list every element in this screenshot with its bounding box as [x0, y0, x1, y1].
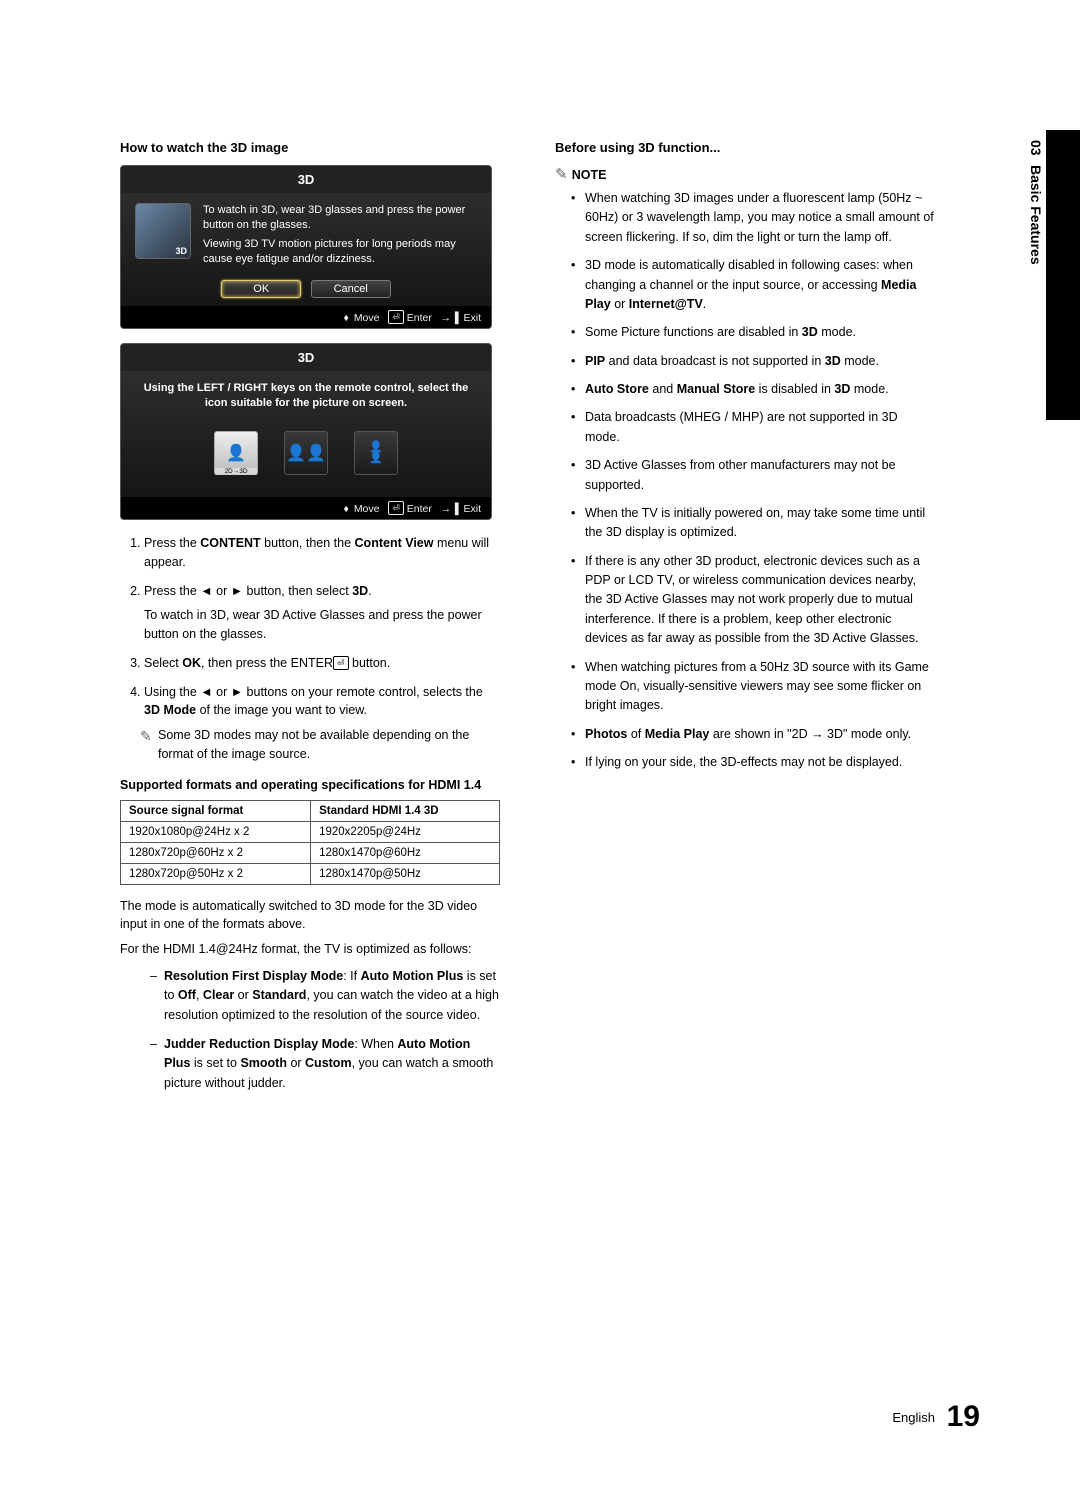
step-4-note: Some 3D modes may not be available depen… [144, 726, 500, 764]
dialog-3d-confirm: 3D To watch in 3D, wear 3D glasses and p… [120, 165, 492, 329]
note-item: 3D Active Glasses from other manufacture… [571, 456, 935, 495]
dialog1-title: 3D [121, 166, 491, 193]
footer-enter2: Enter [407, 503, 432, 515]
dialog2-title: 3D [121, 344, 491, 371]
note-item: Data broadcasts (MHEG / MHP) are not sup… [571, 408, 935, 447]
step-1: Press the CONTENT button, then the Conte… [144, 534, 500, 572]
dialog1-line1: To watch in 3D, wear 3D glasses and pres… [203, 203, 477, 233]
after-table-1: The mode is automatically switched to 3D… [120, 897, 500, 935]
chapter-label: Basic Features [1028, 165, 1044, 265]
note-item: When watching 3D images under a fluoresc… [571, 189, 935, 247]
mode-top-bottom-icon[interactable]: 👤👤 [354, 431, 398, 475]
right-column: Before using 3D function... NOTE When wa… [555, 140, 935, 1103]
page-number: English 19 [892, 1400, 980, 1434]
footer-move: Move [354, 312, 380, 324]
dialog2-footer: ♦ Move ⏎ Enter →▐ Exit [121, 497, 491, 519]
note-item: 3D mode is automatically disabled in fol… [571, 256, 935, 314]
mode-judder-reduction: Judder Reduction Display Mode: When Auto… [150, 1035, 500, 1093]
ok-button[interactable]: OK [221, 280, 301, 298]
table-row: 1280x720p@60Hz x 21280x1470p@60Hz [121, 842, 500, 863]
dialog-3d-mode-select: 3D Using the LEFT / RIGHT keys on the re… [120, 343, 492, 520]
dialog1-footer: ♦ Move ⏎ Enter →▐ Exit [121, 306, 491, 328]
note-item: If lying on your side, the 3D-effects ma… [571, 753, 935, 772]
note-item: Some Picture functions are disabled in 3… [571, 323, 935, 342]
after-table-2: For the HDMI 1.4@24Hz format, the TV is … [120, 940, 500, 959]
table-h1: Source signal format [121, 800, 311, 821]
table-h2: Standard HDMI 1.4 3D [311, 800, 500, 821]
dialog2-text: Using the LEFT / RIGHT keys on the remot… [135, 381, 477, 411]
page-lang: English [892, 1410, 935, 1425]
footer-move2: Move [354, 503, 380, 515]
footer-exit2: Exit [463, 503, 481, 515]
note-item: When watching pictures from a 50Hz 3D so… [571, 658, 935, 716]
mode-side-by-side-icon[interactable]: 👤👤 [284, 431, 328, 475]
note-item: Auto Store and Manual Store is disabled … [571, 380, 935, 399]
table-row: 1280x720p@50Hz x 21280x1470p@50Hz [121, 863, 500, 884]
dialog1-text: To watch in 3D, wear 3D glasses and pres… [203, 203, 477, 266]
note-item: PIP and data broadcast is not supported … [571, 352, 935, 371]
steps-list: Press the CONTENT button, then the Conte… [120, 534, 500, 764]
chapter-number: 03 [1028, 140, 1044, 156]
footer-exit: Exit [463, 312, 481, 324]
thumb-3d-icon [135, 203, 191, 259]
updown-icon: ♦ [344, 312, 349, 324]
left-column: How to watch the 3D image 3D To watch in… [120, 140, 500, 1103]
step-4: Using the ◄ or ► buttons on your remote … [144, 683, 500, 764]
exit-icon: →▐ [441, 503, 459, 515]
footer-enter: Enter [407, 312, 432, 324]
step-3: Select OK, then press the ENTER⏎ button. [144, 654, 500, 673]
updown-icon: ♦ [344, 503, 349, 515]
formats-heading: Supported formats and operating specific… [120, 778, 500, 792]
note-label: NOTE [555, 165, 935, 183]
note-item: Photos of Media Play are shown in "2D → … [571, 725, 935, 744]
mode-resolution-first: Resolution First Display Mode: If Auto M… [150, 967, 500, 1025]
table-row: 1920x1080p@24Hz x 21920x2205p@24Hz [121, 821, 500, 842]
exit-icon: →▐ [441, 312, 459, 324]
page: 03 Basic Features How to watch the 3D im… [0, 0, 1080, 1494]
cancel-button[interactable]: Cancel [311, 280, 391, 298]
right-heading: Before using 3D function... [555, 140, 935, 155]
enter-icon: ⏎ [388, 501, 404, 515]
note-item: If there is any other 3D product, electr… [571, 552, 935, 649]
chapter-tab-bg [1046, 130, 1080, 420]
formats-table: Source signal format Standard HDMI 1.4 3… [120, 800, 500, 885]
step-2: Press the ◄ or ► button, then select 3D.… [144, 582, 500, 644]
display-modes: Resolution First Display Mode: If Auto M… [120, 967, 500, 1093]
step-2-extra: To watch in 3D, wear 3D Active Glasses a… [144, 606, 500, 644]
note-item: When the TV is initially powered on, may… [571, 504, 935, 543]
enter-icon: ⏎ [388, 310, 404, 324]
page-num: 19 [947, 1400, 980, 1433]
notes-list: When watching 3D images under a fluoresc… [555, 189, 935, 772]
mode-2d-to-3d-icon[interactable]: 👤 [214, 431, 258, 475]
enter-inline-icon: ⏎ [333, 656, 349, 670]
left-heading: How to watch the 3D image [120, 140, 500, 155]
dialog1-line2: Viewing 3D TV motion pictures for long p… [203, 237, 477, 267]
